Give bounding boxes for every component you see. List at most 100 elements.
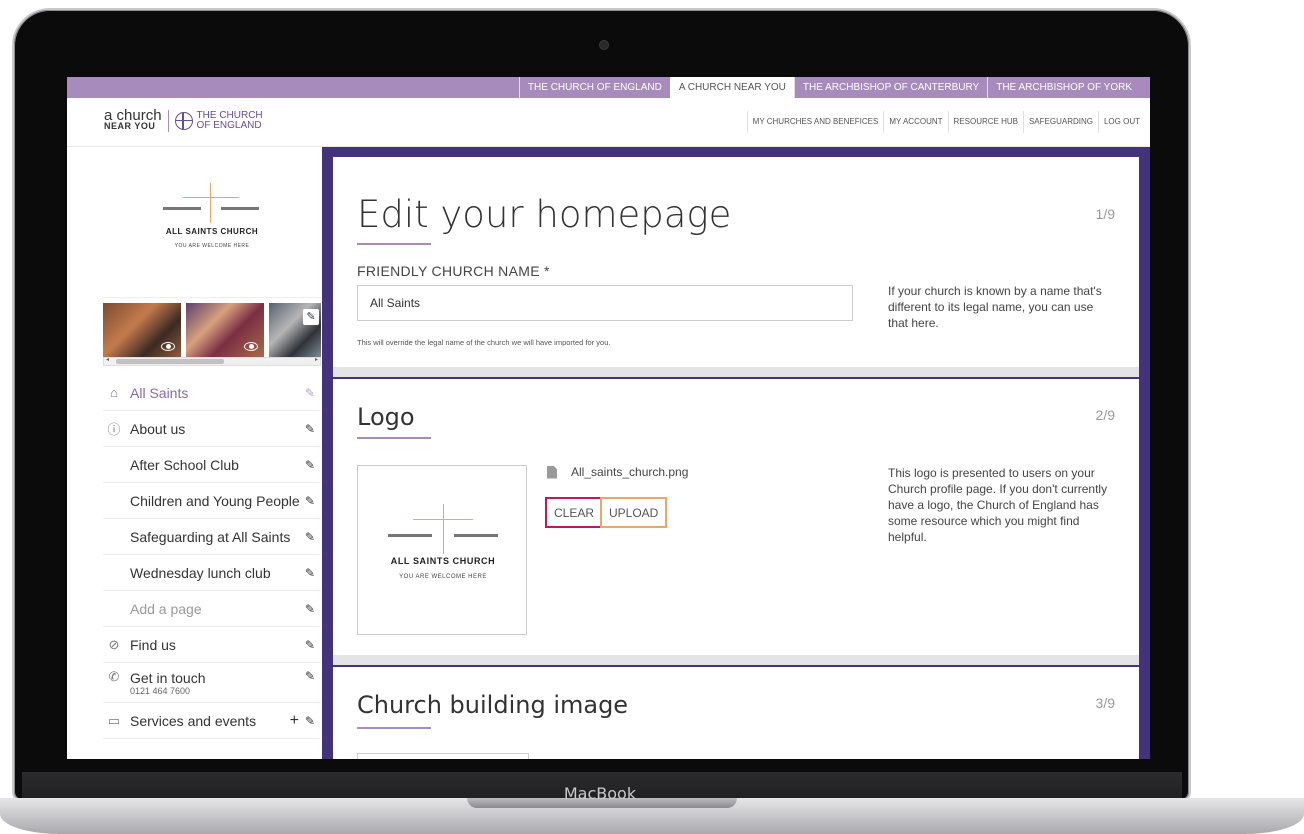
upload-button[interactable]: UPLOAD xyxy=(600,497,668,528)
site-header: a church NEAR YOU THE CHURCH OF ENGLAND … xyxy=(67,98,1150,147)
sidebar-item-safeguarding[interactable]: Safeguarding at All Saints ✎ xyxy=(103,519,321,555)
sidebar-item-all-saints[interactable]: ⌂ All Saints ✎ xyxy=(103,375,327,411)
nav-my-churches[interactable]: MY CHURCHES AND BENEFICES xyxy=(746,111,884,133)
phone-icon: ✆ xyxy=(108,669,120,684)
tab-a-church-near-you[interactable]: A CHURCH NEAR YOU xyxy=(669,77,794,98)
image-preview-box xyxy=(357,753,529,759)
sidebar-item-label: All Saints xyxy=(130,384,189,401)
info-icon: ⓘ xyxy=(107,422,121,437)
scroll-left-icon[interactable]: ◂ xyxy=(106,356,109,363)
tab-archbishop-york[interactable]: THE ARCHBISHOP OF YORK xyxy=(987,77,1140,98)
sidebar-item-label: About us xyxy=(130,420,186,437)
cross-logo-icon xyxy=(163,183,259,223)
title-underline xyxy=(357,437,431,439)
section-logo: Logo 2/9 ALL SAINTS CHURCH YOU ARE WELCO… xyxy=(333,379,1139,655)
edit-icon[interactable]: ✎ xyxy=(303,530,317,544)
cross-logo-icon xyxy=(388,504,498,554)
screen: THE CHURCH OF ENGLAND A CHURCH NEAR YOU … xyxy=(67,77,1150,759)
file-name: All_saints_church.png xyxy=(571,465,689,479)
section-divider xyxy=(333,367,1139,377)
nav-log-out[interactable]: LOG OUT xyxy=(1097,111,1145,133)
sidebar-item-label: After School Club xyxy=(130,456,239,473)
tab-archbishop-canterbury[interactable]: THE ARCHBISHOP OF CANTERBURY xyxy=(793,77,987,98)
gallery-photo[interactable] xyxy=(103,303,181,357)
edit-icon[interactable]: ✎ xyxy=(303,422,317,436)
section-divider xyxy=(333,655,1139,665)
title-underline xyxy=(357,727,431,729)
nav-my-account[interactable]: MY ACCOUNT xyxy=(883,111,947,133)
title-underline xyxy=(357,243,431,245)
help-text: This logo is presented to users on your … xyxy=(888,466,1108,544)
gallery-edit-icon[interactable]: ✎ xyxy=(303,309,319,325)
edit-icon[interactable]: ✎ xyxy=(303,494,317,508)
page-title: Edit your homepage xyxy=(357,193,732,236)
sidebar-item-label: Add a page xyxy=(130,600,202,617)
scroll-right-icon[interactable]: ▸ xyxy=(315,356,318,363)
camera xyxy=(599,40,609,50)
help-text: If your church is known by a name that's… xyxy=(888,284,1102,330)
sidebar: ALL SAINTS CHURCH YOU ARE WELCOME HERE ✎… xyxy=(103,147,327,759)
sidebar-item-get-in-touch[interactable]: ✆ Get in touch 0121 464 7600 ✎ xyxy=(103,663,321,703)
field-hint: This will override the legal name of the… xyxy=(357,338,611,347)
edit-icon[interactable]: ✎ xyxy=(303,386,317,400)
calendar-icon: ▭ xyxy=(107,712,121,728)
gallery-scrollbar[interactable]: ◂ ▸ xyxy=(103,357,321,366)
compass-icon: ⊘ xyxy=(108,636,120,652)
home-icon: ⌂ xyxy=(110,385,118,400)
edit-icon[interactable]: ✎ xyxy=(303,602,317,616)
file-info: All_saints_church.png xyxy=(547,465,688,479)
nav-resource-hub[interactable]: RESOURCE HUB xyxy=(947,111,1023,133)
sidebar-item-label: Safeguarding at All Saints xyxy=(130,528,291,545)
add-icon[interactable]: + xyxy=(290,712,299,730)
sidebar-item-label: Wednesday lunch club xyxy=(130,564,271,581)
nav-safeguarding[interactable]: SAFEGUARDING xyxy=(1022,111,1098,133)
sidebar-item-children-young-people[interactable]: Children and Young People ✎ xyxy=(103,483,321,519)
sidebar-item-wednesday-lunch[interactable]: Wednesday lunch club ✎ xyxy=(103,555,321,591)
step-indicator: 2/9 xyxy=(1095,407,1115,423)
sidebar-item-label: Services and events xyxy=(130,712,257,729)
coe-cross-icon xyxy=(174,112,193,130)
brand-line1: a church xyxy=(104,107,162,124)
logo-preview: ALL SAINTS CHURCH YOU ARE WELCOME HERE xyxy=(357,465,527,635)
top-nav-bar: THE CHURCH OF ENGLAND A CHURCH NEAR YOU … xyxy=(67,77,1150,98)
church-logo-name: ALL SAINTS CHURCH xyxy=(165,227,259,236)
brand-line2: NEAR YOU xyxy=(104,121,156,131)
photo-gallery[interactable]: ✎ ◂ ▸ xyxy=(103,303,321,367)
field-label: FRIENDLY CHURCH NAME * xyxy=(357,263,550,279)
edit-icon[interactable]: ✎ xyxy=(303,714,317,728)
page-menu: ⌂ All Saints ✎ ⓘ About us ✎ After School… xyxy=(103,375,327,739)
edit-icon[interactable]: ✎ xyxy=(303,669,317,683)
sidebar-item-label: Children and Young People xyxy=(130,492,300,509)
section-title: Church building image xyxy=(357,691,629,719)
sidebar-item-find-us[interactable]: ⊘ Find us ✎ xyxy=(103,627,321,663)
edit-panel: Edit your homepage 1/9 FRIENDLY CHURCH N… xyxy=(322,147,1150,759)
file-icon xyxy=(547,465,557,479)
laptop-base: MacBook xyxy=(0,770,1304,834)
eye-icon[interactable] xyxy=(244,342,258,351)
edit-icon[interactable]: ✎ xyxy=(303,566,317,580)
logo-divider xyxy=(167,110,169,132)
tab-church-of-england[interactable]: THE CHURCH OF ENGLAND xyxy=(518,77,670,98)
step-indicator: 1/9 xyxy=(1095,206,1115,222)
user-nav: MY CHURCHES AND BENEFICES MY ACCOUNT RES… xyxy=(746,111,1145,133)
edit-icon[interactable]: ✎ xyxy=(303,458,317,472)
eye-icon[interactable] xyxy=(161,342,175,351)
step-indicator: 3/9 xyxy=(1095,695,1115,711)
site-logo[interactable]: a church NEAR YOU THE CHURCH OF ENGLAND xyxy=(104,107,263,132)
sidebar-item-after-school-club[interactable]: After School Club ✎ xyxy=(103,447,321,483)
section-church-name: Edit your homepage 1/9 FRIENDLY CHURCH N… xyxy=(333,157,1139,367)
sidebar-item-about-us[interactable]: ⓘ About us ✎ xyxy=(103,411,321,447)
sidebar-item-services-events[interactable]: ▭ Services and events + ✎ xyxy=(103,703,321,739)
scroll-thumb[interactable] xyxy=(116,359,224,364)
section-building-image: Church building image 3/9 xyxy=(333,667,1139,759)
sidebar-item-label: Get in touch xyxy=(130,669,206,686)
gallery-photo[interactable] xyxy=(186,303,264,357)
coe-line2: OF ENGLAND xyxy=(196,120,262,131)
laptop-frame: THE CHURCH OF ENGLAND A CHURCH NEAR YOU … xyxy=(12,8,1191,802)
logo-preview-tagline: YOU ARE WELCOME HERE xyxy=(399,574,487,580)
sidebar-item-add-page[interactable]: Add a page ✎ xyxy=(103,591,321,627)
section-title: Logo xyxy=(357,403,415,431)
edit-icon[interactable]: ✎ xyxy=(303,638,317,652)
clear-button[interactable]: CLEAR xyxy=(545,497,604,528)
church-name-input[interactable]: All Saints xyxy=(357,285,853,321)
